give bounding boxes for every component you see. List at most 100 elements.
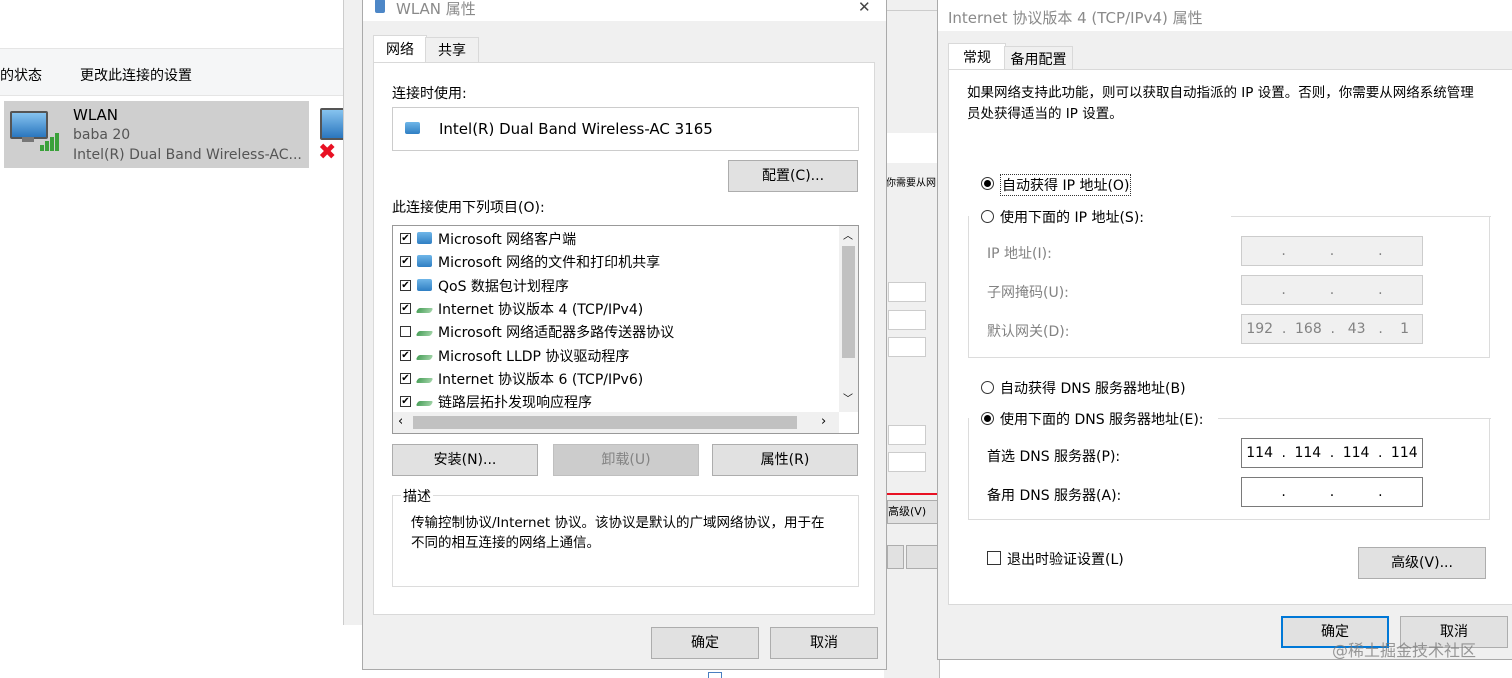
manual-dns-label[interactable]: 使用下面的 DNS 服务器地址(E): (1000, 409, 1210, 429)
scroll-right-icon[interactable]: › (821, 414, 826, 429)
partial-advanced-button[interactable]: 高级(V) (887, 500, 939, 524)
ip-dot: . (1281, 484, 1286, 500)
scroll-thumb-h[interactable] (413, 416, 797, 429)
watermark-text: @稀土掘金技术社区 (1332, 641, 1477, 660)
horizontal-scrollbar[interactable]: ‹ › (393, 412, 839, 433)
ip-dot: . (1281, 321, 1287, 337)
partial-button[interactable] (887, 545, 904, 569)
preferred-dns-field[interactable]: 114. 114. 114. 114 (1241, 438, 1423, 468)
list-item[interactable]: ✔ Microsoft 网络的文件和打印机共享 (393, 251, 833, 273)
scroll-down-icon[interactable]: ﹀ (843, 390, 853, 405)
item-checkbox[interactable]: ✔ (400, 396, 411, 408)
ip-dot: . (1329, 484, 1335, 500)
item-checkbox[interactable] (400, 326, 411, 338)
item-label: Internet 协议版本 4 (TCP/IPv4) (438, 301, 644, 318)
subnet-mask-field[interactable]: ... (1241, 275, 1423, 305)
list-item[interactable]: ✔ 链路层拓扑发现响应程序 (393, 391, 833, 413)
ip-octet[interactable]: 114 (1343, 445, 1370, 461)
ip-dot: . (1329, 445, 1335, 461)
middle-partial-window: 你需要从网 高级(V) (884, 0, 941, 678)
wlan-ok-button[interactable]: 确定 (651, 627, 759, 659)
ip-octet[interactable]: 114 (1391, 445, 1418, 461)
auto-dns-label[interactable]: 自动获得 DNS 服务器地址(B) (1000, 378, 1186, 398)
disconnected-adapter-icon[interactable]: ✖ (318, 104, 348, 166)
tab-sharing[interactable]: 共享 (425, 37, 479, 62)
protocol-icon (415, 354, 434, 360)
ip-address-field[interactable]: ... (1241, 236, 1423, 266)
ip-dot: . (1330, 321, 1335, 337)
validate-checkbox[interactable] (987, 551, 1001, 565)
ip-octets[interactable]: 192. 168. 43. 1 (1242, 315, 1422, 343)
item-label: Microsoft 网络客户端 (438, 232, 577, 248)
connect-using-label: 连接时使用: (392, 86, 467, 102)
close-icon[interactable]: ✕ (858, 0, 871, 16)
tab-general[interactable]: 常规 (948, 43, 1006, 71)
item-label: Microsoft 网络的文件和打印机共享 (438, 255, 661, 272)
ip-octet[interactable]: 114 (1294, 445, 1321, 461)
item-checkbox[interactable]: ✔ (400, 302, 411, 314)
manual-dns-radio[interactable] (981, 412, 994, 425)
item-label: Microsoft LLDP 协议驱动程序 (438, 348, 630, 365)
partial-button[interactable] (906, 545, 941, 569)
configure-button[interactable]: 配置(C)... (728, 160, 858, 192)
ipv4-properties-dialog: Internet 协议版本 4 (TCP/IPv4) 属性 常规 备用配置 如果… (937, 0, 1512, 660)
list-item[interactable]: ✔ Internet 协议版本 6 (TCP/IPv6) (393, 368, 833, 390)
wlan-properties-dialog: WLAN 属性 ✕ 网络 共享 连接时使用: Intel(R) Dual Ban… (362, 0, 887, 670)
list-item[interactable]: ✔ Internet 协议版本 4 (TCP/IPv4) (393, 298, 833, 320)
connection-name: WLAN (73, 106, 119, 124)
scroll-left-icon[interactable]: ‹ (398, 414, 403, 429)
manual-ip-label[interactable]: 使用下面的 IP 地址(S): (1000, 207, 1150, 227)
auto-ip-radio[interactable] (981, 177, 994, 190)
qos-icon (417, 278, 432, 291)
partial-field (888, 310, 926, 330)
ip-octet[interactable]: 43 (1344, 321, 1370, 337)
item-checkbox[interactable]: ✔ (400, 279, 411, 291)
tab-network[interactable]: 网络 (373, 35, 427, 64)
partial-field (888, 337, 926, 357)
scroll-up-icon[interactable]: ︿ (843, 227, 853, 242)
uninstall-button[interactable]: 卸载(U) (553, 444, 699, 476)
partial-field (888, 425, 926, 445)
item-checkbox[interactable]: ✔ (400, 372, 411, 384)
ip-octets[interactable]: ... (1242, 276, 1422, 304)
item-checkbox[interactable]: ✔ (400, 349, 411, 361)
list-item[interactable]: ✔ Microsoft LLDP 协议驱动程序 (393, 345, 833, 367)
manual-ip-radio[interactable] (981, 210, 994, 223)
ip-octet[interactable]: 192 (1246, 321, 1273, 337)
ip-dot: . (1281, 243, 1286, 259)
connection-item-wlan[interactable]: WLAN baba 20 Intel(R) Dual Band Wireless… (4, 101, 309, 168)
install-button[interactable]: 安装(N)... (392, 444, 538, 476)
alternate-dns-field[interactable]: ... (1241, 477, 1423, 507)
protocol-icon (415, 331, 434, 337)
auto-dns-radio[interactable] (981, 381, 994, 394)
items-list[interactable]: ✔ Microsoft 网络客户端 ✔ Microsoft 网络的文件和打印机共享 ✔ Q… (392, 225, 859, 434)
connection-ssid: baba 20 (73, 127, 131, 143)
list-item[interactable]: ✔ Microsoft 网络客户端 (393, 228, 833, 250)
list-item[interactable]: ✔ QoS 数据包计划程序 (393, 275, 833, 297)
default-gateway-field[interactable]: 192. 168. 43. 1 (1241, 314, 1423, 344)
scroll-thumb[interactable] (842, 246, 855, 358)
ip-octet[interactable]: 1 (1392, 321, 1418, 337)
item-checkbox[interactable]: ✔ (400, 233, 411, 244)
ip-octets[interactable]: ... (1242, 237, 1422, 265)
ip-octet[interactable]: 168 (1295, 321, 1322, 337)
vertical-scrollbar[interactable]: ︿ ﹀ (839, 226, 858, 412)
adapter-name: Intel(R) Dual Band Wireless-AC 3165 (439, 120, 713, 138)
tab-alternate-config[interactable]: 备用配置 (1004, 46, 1073, 71)
ip-octet[interactable]: 114 (1246, 445, 1273, 461)
subnet-mask-label: 子网掩码(U): (987, 285, 1069, 301)
wlan-cancel-button[interactable]: 取消 (770, 627, 878, 659)
auto-ip-label[interactable]: 自动获得 IP 地址(O) (1000, 174, 1132, 196)
advanced-button[interactable]: 高级(V)... (1358, 547, 1486, 579)
partial-field (888, 452, 926, 472)
properties-button[interactable]: 属性(R) (712, 444, 858, 476)
validate-label[interactable]: 退出时验证设置(L) (1007, 549, 1124, 569)
list-item[interactable]: Microsoft 网络适配器多路传送器协议 (393, 321, 833, 343)
partial-text: 你需要从网 (886, 178, 936, 189)
toolbar-status-link[interactable]: 的状态 (0, 65, 42, 85)
ip-octets[interactable]: ... (1242, 478, 1422, 506)
ip-octets[interactable]: 114. 114. 114. 114 (1242, 439, 1422, 467)
toolbar-change-settings-link[interactable]: 更改此连接的设置 (80, 65, 192, 85)
item-checkbox[interactable]: ✔ (400, 256, 411, 268)
ipv4-tab-panel: 如果网络支持此功能，则可以获取自动指派的 IP 设置。否则，你需要从网络系统管理… (948, 69, 1512, 605)
